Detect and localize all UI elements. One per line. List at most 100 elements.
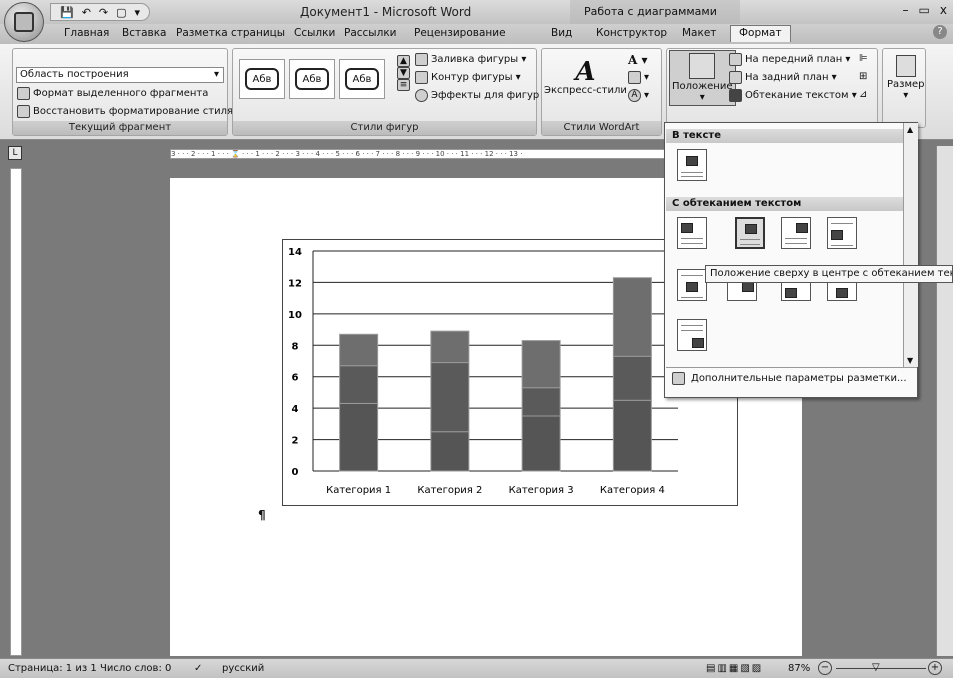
window-controls: – ▭ x bbox=[903, 3, 947, 17]
reset-style-button[interactable]: Восстановить форматирование стиля bbox=[17, 105, 233, 118]
new-doc-icon[interactable]: ▢ bbox=[113, 6, 129, 19]
size-button[interactable]: Размер ▾ bbox=[887, 55, 925, 101]
zoom-in-button[interactable]: + bbox=[928, 661, 942, 675]
undo-icon[interactable]: ↶ bbox=[79, 6, 94, 19]
tab-selector[interactable]: L bbox=[8, 146, 22, 160]
more-layout-options[interactable]: Дополнительные параметры разметки... bbox=[666, 367, 917, 389]
tooltip: Положение сверху в центре с обтеканием т… bbox=[705, 265, 953, 283]
spellcheck-icon[interactable]: ✓ bbox=[194, 663, 202, 674]
wordart-a-icon: A bbox=[575, 57, 596, 87]
express-styles-label: Экспресс-стили bbox=[544, 85, 627, 96]
bring-front-icon bbox=[729, 53, 742, 66]
zoom-out-button[interactable]: − bbox=[818, 661, 832, 675]
tab-design[interactable]: Конструктор bbox=[596, 27, 667, 39]
position-inline[interactable] bbox=[677, 149, 707, 181]
zoom-level[interactable]: 87% bbox=[788, 663, 810, 674]
shape-style-1[interactable]: Абв bbox=[239, 59, 285, 99]
size-icon bbox=[895, 55, 916, 77]
more-icon[interactable]: ≡ bbox=[397, 79, 410, 91]
tab-references[interactable]: Ссылки bbox=[294, 27, 335, 39]
position-top-center[interactable] bbox=[735, 217, 765, 249]
bar-segment bbox=[339, 402, 379, 472]
text-effects-button[interactable]: A ▾ bbox=[628, 89, 649, 102]
text-effects-icon: A bbox=[628, 89, 641, 102]
tab-review[interactable]: Рецензирование bbox=[414, 27, 506, 39]
minimize-button[interactable]: – bbox=[903, 3, 909, 17]
chevron-down-icon: ▾ bbox=[213, 69, 219, 80]
bar-segment bbox=[612, 277, 652, 357]
position-middle-left[interactable] bbox=[827, 217, 857, 249]
scroll-down-icon[interactable]: ▼ bbox=[907, 356, 913, 365]
tab-view[interactable]: Вид bbox=[551, 27, 572, 39]
vertical-ruler[interactable] bbox=[10, 168, 22, 656]
position-bottom-right[interactable] bbox=[677, 319, 707, 351]
shape-effects-button[interactable]: Эффекты для фигур ▾ bbox=[415, 89, 547, 102]
reset-style-label: Восстановить форматирование стиля bbox=[33, 106, 233, 117]
bar-segment bbox=[430, 431, 470, 472]
word-count[interactable]: Число слов: 0 bbox=[100, 663, 171, 674]
horizontal-ruler[interactable]: 3 · · · 2 · · · 1 · · · ⌛ · · · 1 · · · … bbox=[170, 149, 690, 159]
bring-front-button[interactable]: На передний план ▾ bbox=[729, 53, 850, 66]
bar-segment bbox=[430, 330, 470, 364]
vertical-scrollbar[interactable] bbox=[936, 146, 953, 656]
text-outline-button[interactable]: ▾ bbox=[628, 71, 649, 84]
tab-format[interactable]: Формат bbox=[730, 25, 791, 42]
tab-mailings[interactable]: Рассылки bbox=[344, 27, 396, 39]
help-icon[interactable]: ? bbox=[933, 25, 947, 39]
shape-style-3[interactable]: Абв bbox=[339, 59, 385, 99]
status-bar: Страница: 1 из 1 Число слов: 0 ✓ русский… bbox=[0, 658, 953, 678]
language[interactable]: русский bbox=[222, 663, 264, 674]
tab-insert[interactable]: Вставка bbox=[122, 27, 167, 39]
gallery-scrollbar[interactable]: ▲ ▼ bbox=[903, 123, 918, 367]
position-top-right[interactable] bbox=[781, 217, 811, 249]
office-button[interactable] bbox=[4, 2, 44, 42]
tab-page-layout[interactable]: Разметка страницы bbox=[176, 27, 285, 39]
position-button[interactable]: Положение ▾ bbox=[669, 50, 736, 106]
paint-bucket-icon bbox=[415, 53, 428, 66]
y-tick-label: 14 bbox=[288, 247, 302, 258]
shape-style-sample: Абв bbox=[345, 68, 379, 90]
page-count[interactable]: Страница: 1 из 1 bbox=[8, 663, 97, 674]
x-tick-label: Категория 3 bbox=[509, 485, 574, 496]
shape-style-2[interactable]: Абв bbox=[289, 59, 335, 99]
tab-layout[interactable]: Макет bbox=[682, 27, 716, 39]
y-tick-label: 0 bbox=[292, 467, 299, 478]
zoom-slider[interactable] bbox=[836, 668, 926, 669]
position-top-left[interactable] bbox=[677, 217, 707, 249]
view-buttons[interactable]: ▤▥▦▧▨ bbox=[706, 663, 763, 674]
office-logo-icon bbox=[14, 12, 34, 32]
format-selection-button[interactable]: Формат выделенного фрагмента bbox=[17, 87, 208, 100]
position-label: Положение bbox=[672, 81, 733, 92]
position-gallery: В тексте С обтеканием текстом ▲ ▼ Дополни… bbox=[664, 122, 918, 398]
maximize-button[interactable]: ▭ bbox=[919, 3, 930, 17]
send-back-button[interactable]: На задний план ▾ bbox=[729, 71, 837, 84]
rotate-icon[interactable]: ⊿ bbox=[859, 89, 867, 100]
position-middle-center[interactable] bbox=[677, 269, 707, 301]
tab-home[interactable]: Главная bbox=[64, 27, 109, 39]
qat-customize-icon[interactable]: ▾ bbox=[132, 6, 144, 19]
scroll-up-icon[interactable]: ▲ bbox=[397, 55, 410, 67]
chevron-down-icon: ▾ bbox=[903, 90, 909, 101]
text-fill-button[interactable]: A ▾ bbox=[628, 53, 648, 67]
x-tick-label: Категория 2 bbox=[417, 485, 482, 496]
send-back-label: На задний план ▾ bbox=[745, 72, 837, 83]
align-icon[interactable]: ⊫ bbox=[859, 53, 868, 64]
chart-element-dropdown[interactable]: Область построения ▾ bbox=[16, 67, 224, 83]
scroll-up-icon[interactable]: ▲ bbox=[907, 125, 913, 134]
shape-outline-button[interactable]: Контур фигуры ▾ bbox=[415, 71, 521, 84]
send-back-icon bbox=[729, 71, 742, 84]
y-tick-label: 8 bbox=[292, 341, 299, 352]
text-outline-icon bbox=[628, 71, 641, 84]
redo-icon[interactable]: ↷ bbox=[96, 6, 111, 19]
chart-tools-label: Работа с диаграммами bbox=[584, 5, 717, 18]
gallery-scroll[interactable]: ▲ ▼ ≡ bbox=[397, 55, 410, 91]
close-button[interactable]: x bbox=[940, 3, 947, 17]
express-styles-button[interactable]: A Экспресс-стили bbox=[544, 59, 627, 96]
shape-style-sample: Абв bbox=[245, 68, 279, 90]
shape-fill-button[interactable]: Заливка фигуры ▾ bbox=[415, 53, 526, 66]
zoom-slider-thumb[interactable]: ▽ bbox=[872, 662, 880, 673]
group-icon[interactable]: ⊞ bbox=[859, 71, 867, 82]
save-icon[interactable]: 💾 bbox=[57, 6, 77, 19]
scroll-down-icon[interactable]: ▼ bbox=[397, 67, 410, 79]
text-wrap-button[interactable]: Обтекание текстом ▾ bbox=[729, 89, 857, 102]
